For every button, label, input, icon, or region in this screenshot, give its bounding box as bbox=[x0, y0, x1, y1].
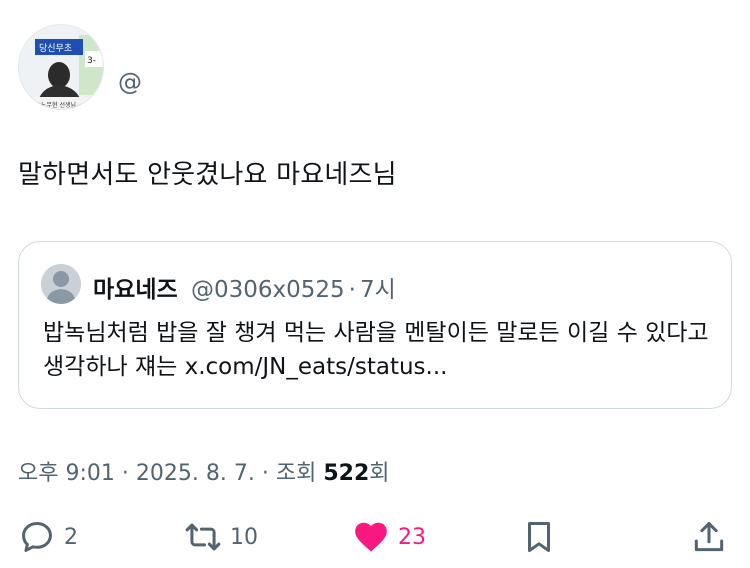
tweet-action-bar: 2 10 23 bbox=[18, 512, 732, 562]
retweet-arrows-icon bbox=[184, 518, 222, 556]
views-count: 522 bbox=[323, 461, 370, 486]
quoted-separator: · bbox=[348, 277, 356, 303]
like-count: 23 bbox=[398, 524, 426, 550]
avatar-sign-text: 당신무초 bbox=[39, 43, 72, 54]
quoted-author-handle[interactable]: @0306x0525 bbox=[191, 277, 345, 303]
avatar-image: 3- 당신무초 노무현 선생님 bbox=[19, 25, 103, 109]
quoted-author-name[interactable]: 마요네즈 bbox=[93, 277, 178, 303]
bookmark-icon bbox=[520, 518, 558, 556]
author-avatar[interactable]: 3- 당신무초 노무현 선생님 bbox=[18, 24, 104, 110]
default-avatar-icon bbox=[41, 264, 81, 304]
like-button[interactable]: 23 bbox=[352, 512, 426, 562]
avatar-caption: 노무현 선생님 bbox=[41, 101, 76, 109]
quoted-tweet-header: 마요네즈 @0306x0525 · 7시 bbox=[93, 270, 396, 304]
tweet-timestamp: 오후 9:01 · 2025. 8. 7. · 조회 522회 bbox=[18, 455, 390, 487]
heart-filled-icon bbox=[352, 518, 390, 556]
reply-button[interactable]: 2 bbox=[18, 512, 78, 562]
tweet-time[interactable]: 오후 9:01 bbox=[18, 461, 115, 486]
meta-separator: · bbox=[121, 461, 129, 486]
bookmark-button[interactable] bbox=[520, 512, 558, 562]
tweet-date[interactable]: 2025. 8. 7. bbox=[136, 461, 255, 486]
author-handle[interactable]: @ bbox=[118, 68, 142, 96]
share-button[interactable] bbox=[690, 512, 728, 562]
tweet-text: 말하면서도 안웃겼나요 마요네즈님 bbox=[18, 160, 397, 190]
quoted-tweet-card[interactable]: 마요네즈 @0306x0525 · 7시 밥녹님처럼 밥을 잘 챙겨 먹는 사람을 … bbox=[18, 241, 732, 409]
quoted-time[interactable]: 7시 bbox=[360, 277, 396, 303]
reply-bubble-icon bbox=[18, 518, 56, 556]
avatar-number: 3- bbox=[87, 56, 96, 66]
meta-separator: · bbox=[261, 461, 269, 486]
quoted-tweet-text: 밥녹님처럼 밥을 잘 챙겨 먹는 사람을 멘탈이든 말로든 이길 수 있다고 생… bbox=[43, 320, 709, 380]
retweet-button[interactable]: 10 bbox=[184, 512, 258, 562]
retweet-count: 10 bbox=[230, 524, 258, 550]
views-label: 조회 bbox=[275, 461, 317, 486]
reply-count: 2 bbox=[64, 524, 78, 550]
quoted-author-avatar[interactable] bbox=[41, 264, 81, 304]
share-upload-icon bbox=[690, 518, 728, 556]
views-suffix: 회 bbox=[369, 461, 390, 486]
